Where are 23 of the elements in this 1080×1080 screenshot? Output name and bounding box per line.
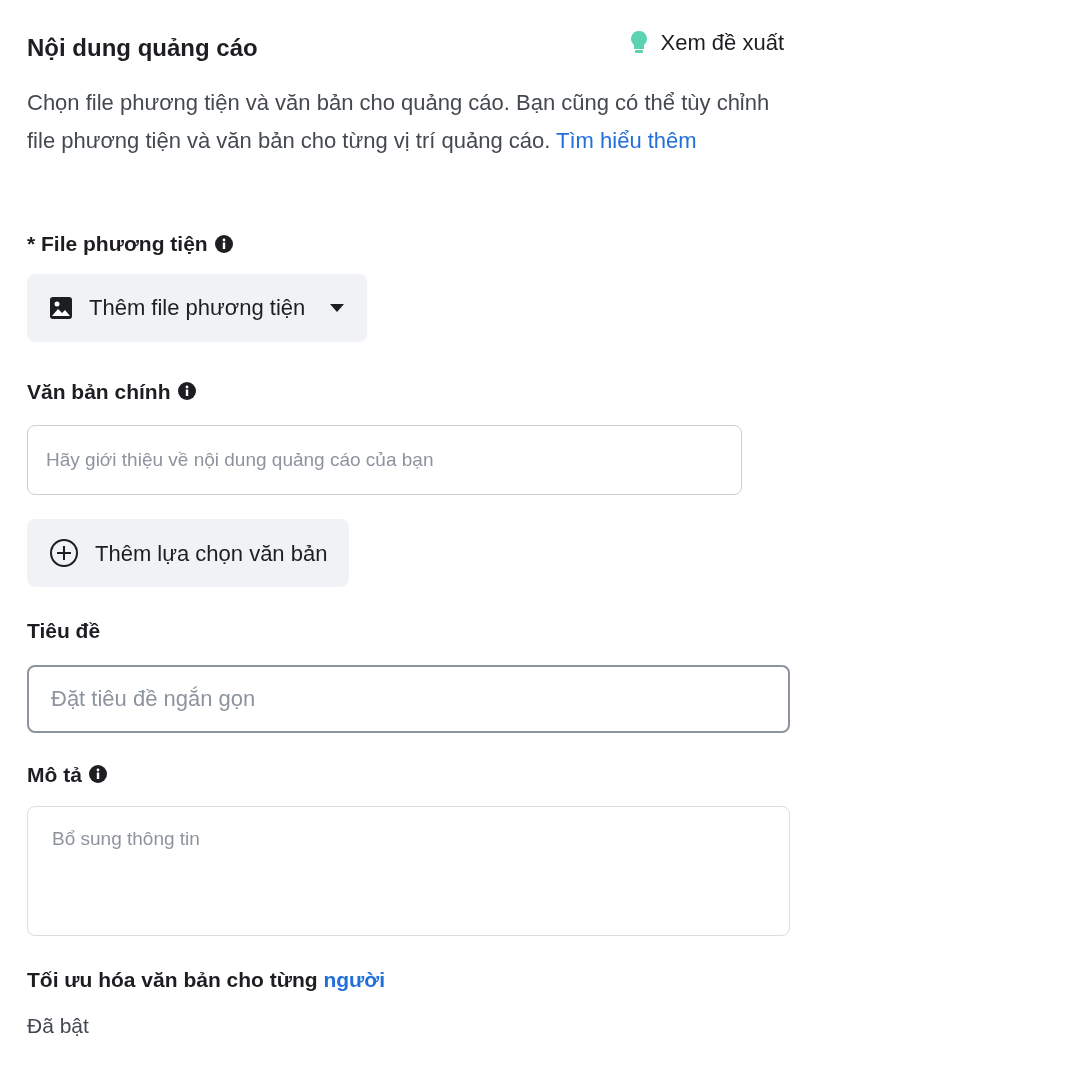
learn-more-link[interactable]: Tìm hiểu thêm [556,128,697,153]
plus-circle-icon [49,538,79,568]
people-link[interactable]: người [323,968,386,991]
info-icon [213,233,234,254]
section-title: Nội dung quảng cáo [27,33,258,63]
add-text-option-button[interactable]: Thêm lựa chọn văn bản [27,519,350,587]
field-label: Tiêu đề [27,618,101,644]
caret-icon [329,302,346,313]
primary-text-field[interactable]: Hãy giới thiệu về nội dung quảng cáo của bạn [27,425,742,495]
field-label: Văn bản chính [27,378,171,405]
add-media-button[interactable]: Thêm file phương tiện [27,273,368,342]
optimization-label: Tối ưu hóa văn bản cho từng người [27,967,387,993]
info-icon [176,381,197,402]
image-icon [49,295,73,320]
optimization-status: Đã bật [27,1012,90,1039]
field-label: * File phương tiện [27,231,208,257]
intro-paragraph: Chọn file phương tiện và văn bản cho quảng cáo. Bạn cũng có thể tùy chỉnh file phương tiện và văn bản cho từng vị trí quảng cáo. Tìm hiểu thêm [27,89,771,155]
description-field[interactable]: Bổ sung thông tin [27,806,790,936]
field-label: Mô tả [27,761,82,788]
suggestion-link[interactable]: Xem đề xuất [630,26,784,59]
info-icon [87,764,108,785]
lightbulb-icon [630,29,649,56]
headline-field[interactable]: Đặt tiêu đề ngắn gọn [27,664,790,733]
